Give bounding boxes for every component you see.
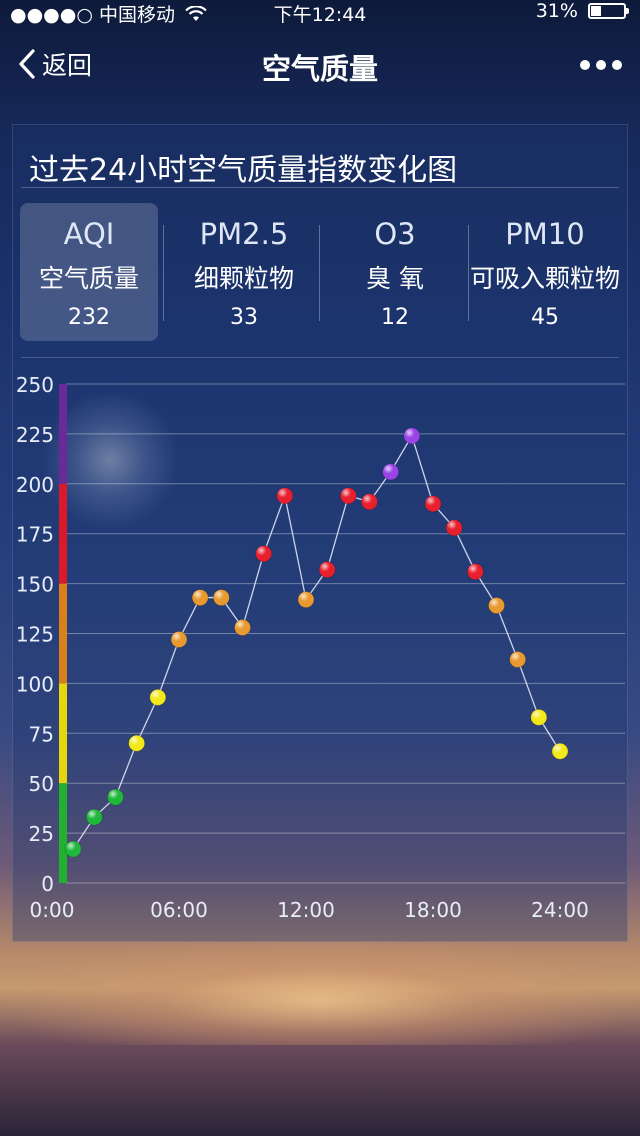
aqi-level-band <box>59 384 67 484</box>
data-point-shine <box>446 519 463 536</box>
aqi-level-band <box>59 483 67 584</box>
data-point-shine <box>530 709 547 726</box>
data-point-shine <box>149 689 166 706</box>
data-point-shine <box>403 427 420 444</box>
y-tick-label: 0 <box>41 872 54 896</box>
data-point-shine <box>467 563 484 580</box>
y-tick-label: 125 <box>16 623 54 647</box>
data-point-shine <box>234 619 251 636</box>
data-point-shine <box>361 493 378 510</box>
y-tick-label: 75 <box>29 722 54 746</box>
data-point-shine <box>107 789 124 806</box>
aqi-level-band <box>59 683 67 784</box>
data-point-shine <box>382 463 399 480</box>
y-tick-label: 150 <box>16 573 54 597</box>
data-point-shine <box>319 561 336 578</box>
data-point-shine <box>171 631 187 648</box>
data-point-shine <box>425 495 441 512</box>
x-tick-label: 06:00 <box>150 898 208 922</box>
data-point-shine <box>192 589 209 606</box>
y-tick-label: 175 <box>16 523 54 547</box>
series-line <box>72 434 561 850</box>
aqi-level-band <box>59 583 67 684</box>
x-tick-label: 24:00 <box>531 898 589 922</box>
data-point-shine <box>509 651 526 668</box>
data-point-shine <box>552 743 568 760</box>
x-tick-label: 12:00 <box>277 898 335 922</box>
data-point-shine <box>255 545 272 562</box>
aqi-line-chart: 0 25 50 75 100 125 150 175 200 225 250 0:00 06:00 12:… <box>16 373 625 922</box>
y-tick-label: 100 <box>16 672 54 696</box>
aqi-level-band <box>59 783 67 883</box>
y-tick-label: 25 <box>29 822 54 846</box>
background-horizon-glow <box>0 935 640 1045</box>
data-point-shine <box>488 597 505 614</box>
data-point-shine <box>276 487 293 504</box>
x-tick-label: 18:00 <box>404 898 462 922</box>
y-tick-label: 50 <box>29 772 54 796</box>
data-point-shine <box>213 589 230 606</box>
data-point-shine <box>86 809 103 826</box>
data-point-shine <box>65 841 82 858</box>
x-tick-label: 0:00 <box>30 898 75 922</box>
y-tick-label: 200 <box>16 473 54 497</box>
y-tick-label: 250 <box>16 373 54 397</box>
data-point-shine <box>340 487 357 504</box>
y-tick-label: 225 <box>16 423 54 447</box>
data-point-shine <box>128 735 145 752</box>
data-point-shine <box>298 591 314 608</box>
